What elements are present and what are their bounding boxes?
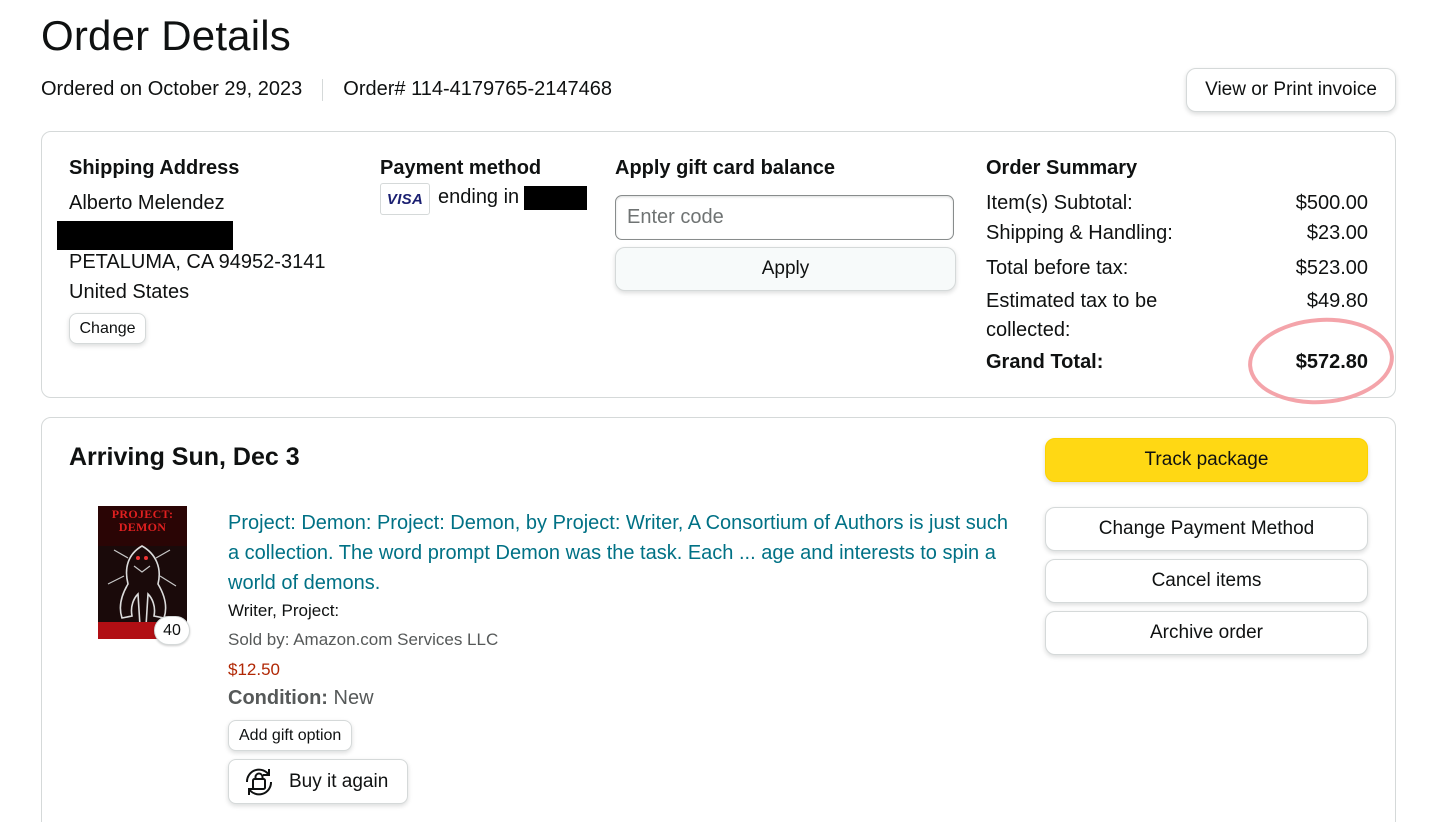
visa-logo-text: VISA [386, 190, 424, 208]
shipping-address-heading: Shipping Address [69, 157, 240, 179]
summary-row-shipping: Shipping & Handling: $23.00 [986, 222, 1368, 245]
product-author: Writer, Project: [228, 601, 340, 620]
page-title: Order Details [41, 12, 292, 59]
summary-label: Estimated tax to be collected: [986, 290, 1158, 341]
summary-row-before-tax: Total before tax: $523.00 [986, 257, 1368, 280]
redacted-street [57, 221, 233, 250]
shipping-name: Alberto Melendez [69, 192, 225, 214]
order-summary-heading: Order Summary [986, 157, 1138, 179]
arrival-date[interactable]: Arriving Sun, Dec 3 [69, 443, 300, 472]
product-title-link[interactable]: Project: Demon: Project: Demon, by Proje… [228, 508, 1008, 598]
change-payment-method-button[interactable]: Change Payment Method [1045, 507, 1368, 551]
summary-row-subtotal: Item(s) Subtotal: $500.00 [986, 192, 1368, 215]
product-condition: Condition: New [228, 687, 374, 710]
summary-label: Item(s) Subtotal: [986, 192, 1133, 214]
product-seller: Sold by: Amazon.com Services LLC [228, 630, 499, 649]
condition-label: Condition: [228, 687, 328, 709]
apply-gift-card-button[interactable]: Apply [615, 247, 956, 291]
product-price: $12.50 [228, 660, 280, 679]
condition-value: New [333, 687, 374, 709]
gift-code-input[interactable] [615, 195, 954, 240]
cancel-items-button[interactable]: Cancel items [1045, 559, 1368, 603]
shipping-city-line: PETALUMA, CA 94952-3141 [69, 251, 326, 273]
summary-label: Shipping & Handling: [986, 222, 1173, 244]
grand-total-label: Grand Total: [986, 351, 1104, 373]
meta-divider [322, 78, 324, 101]
payment-method-heading: Payment method [380, 157, 542, 179]
view-invoice-button[interactable]: View or Print invoice [1186, 68, 1396, 112]
card-ending-text: ending in [438, 186, 520, 208]
buy-again-icon [241, 764, 277, 800]
summary-value: $23.00 [1306, 222, 1368, 244]
summary-value: $49.80 [1306, 290, 1368, 312]
order-date: Ordered on October 29, 2023 [41, 78, 303, 100]
summary-value: $523.00 [1295, 257, 1368, 279]
change-address-button[interactable]: Change [69, 313, 146, 344]
order-meta: Ordered on October 29, 2023 Order# 114-4… [41, 78, 612, 101]
archive-order-button[interactable]: Archive order [1045, 611, 1368, 655]
add-gift-option-button[interactable]: Add gift option [228, 720, 353, 751]
buy-it-again-button[interactable]: Buy it again [228, 759, 408, 804]
visa-card-icon: VISA [380, 183, 430, 215]
cover-title: PROJECT: DEMON [111, 507, 174, 534]
buy-again-label: Buy it again [289, 770, 389, 792]
summary-label: Total before tax: [986, 257, 1129, 279]
track-package-button[interactable]: Track package [1045, 438, 1368, 482]
quantity-badge: 40 [154, 616, 190, 645]
redacted-card-digits [524, 186, 587, 210]
shipping-country: United States [69, 281, 190, 303]
order-number: Order# 114-4179765-2147468 [343, 78, 613, 100]
summary-value: $500.00 [1295, 192, 1368, 214]
gift-card-heading: Apply gift card balance [615, 157, 836, 179]
